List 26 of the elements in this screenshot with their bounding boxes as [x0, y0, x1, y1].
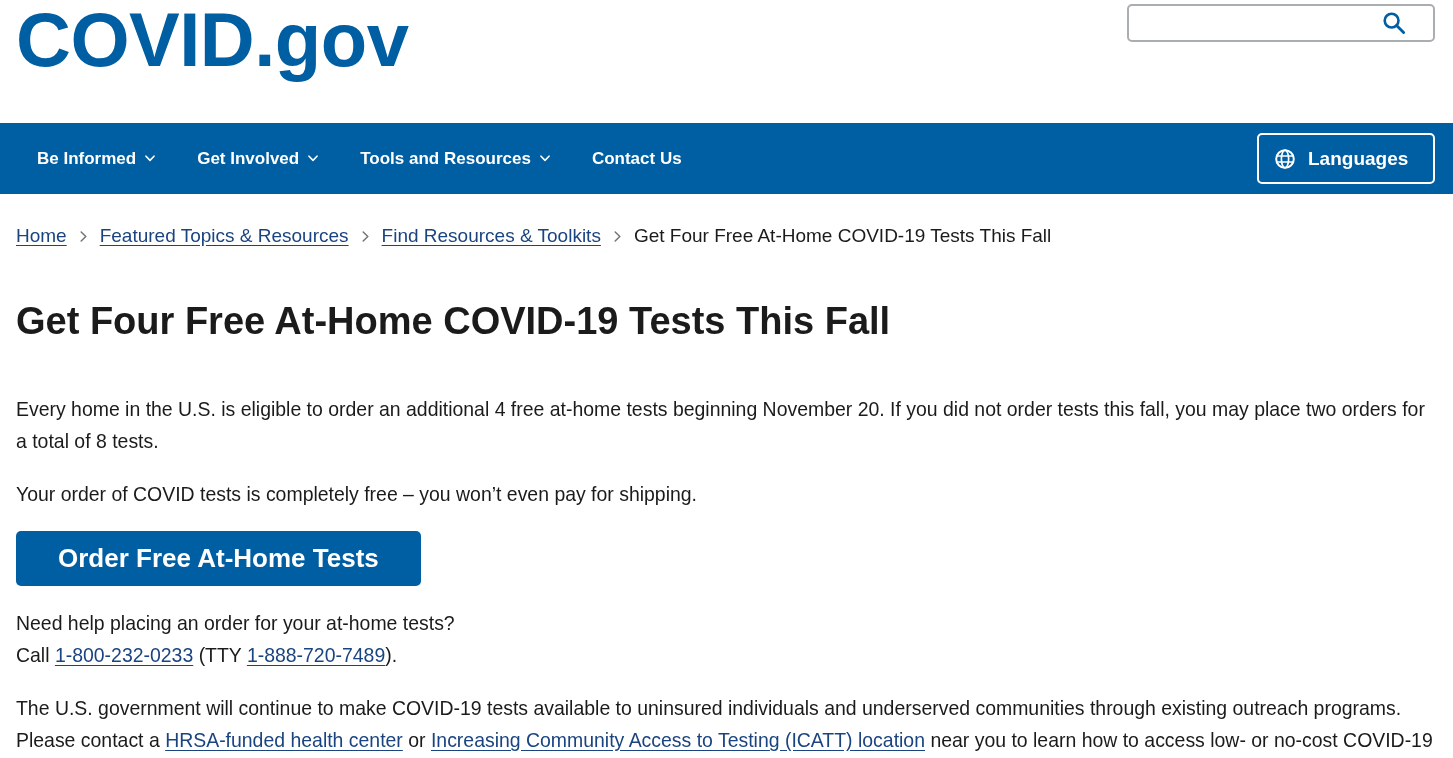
globe-icon [1275, 148, 1295, 169]
breadcrumb-link[interactable]: Home [16, 222, 67, 250]
nav-menu-button[interactable]: Be Informed [16, 140, 177, 177]
languages-button[interactable]: Languages [1257, 133, 1435, 184]
search-icon[interactable] [1383, 12, 1405, 34]
action-button[interactable]: Order Free At-Home Tests [16, 531, 421, 586]
page-title: Get Four Free At-Home COVID-19 Tests This Fall [16, 299, 892, 344]
paragraph-text: Need help placing an order for your at-home tests? Call 1-800-232-0233 (TTY 1-888-720-7489). [16, 611, 456, 668]
search-field[interactable] [1127, 4, 1435, 42]
breadcrumb-link[interactable]: Featured Topics & Resources [99, 222, 349, 250]
nav-link[interactable]: Contact Us [570, 140, 703, 177]
paragraph-text: Every home in the U.S. is eligible to order an additional 4 free at-home tests beginning November 20. If you did not order tests this fall, you may place two orders for a total of 8 tests. [16, 397, 1426, 454]
text-link[interactable]: 1-888-720-7489 [246, 644, 386, 666]
nav-menu-button[interactable]: Get Involved [176, 140, 340, 177]
paragraph-text: Your order of COVID tests is completely free – you won’t even pay for shipping. [16, 482, 698, 507]
chevron-right-icon [79, 230, 87, 242]
text-link[interactable]: HRSA-funded health center [165, 729, 403, 751]
text-link[interactable]: 1-800-232-0233 [54, 644, 194, 666]
text-link[interactable]: Increasing Community Access to Testing (ICATT) location [430, 729, 925, 751]
chevron-right-icon [613, 230, 621, 242]
chevron-right-icon [361, 230, 369, 242]
breadcrumb-link[interactable]: Find Resources & Toolkits [381, 222, 601, 250]
breadcrumb-current: Get Four Free At-Home COVID-19 Tests This Fall [633, 224, 1052, 248]
site-logo[interactable]: COVID.gov [16, 0, 409, 80]
paragraph-text: The U.S. government will continue to make COVID-19 tests available to uninsured individuals and underserved communities through existing outreach programs. Please contact a HRSA-funded health center or Increasing Community Access to Testing (ICATT) location near you to learn how to access low- or no-cost COVID-19 [16, 696, 1434, 753]
nav-menu-button[interactable]: Tools and Resources [339, 140, 571, 177]
